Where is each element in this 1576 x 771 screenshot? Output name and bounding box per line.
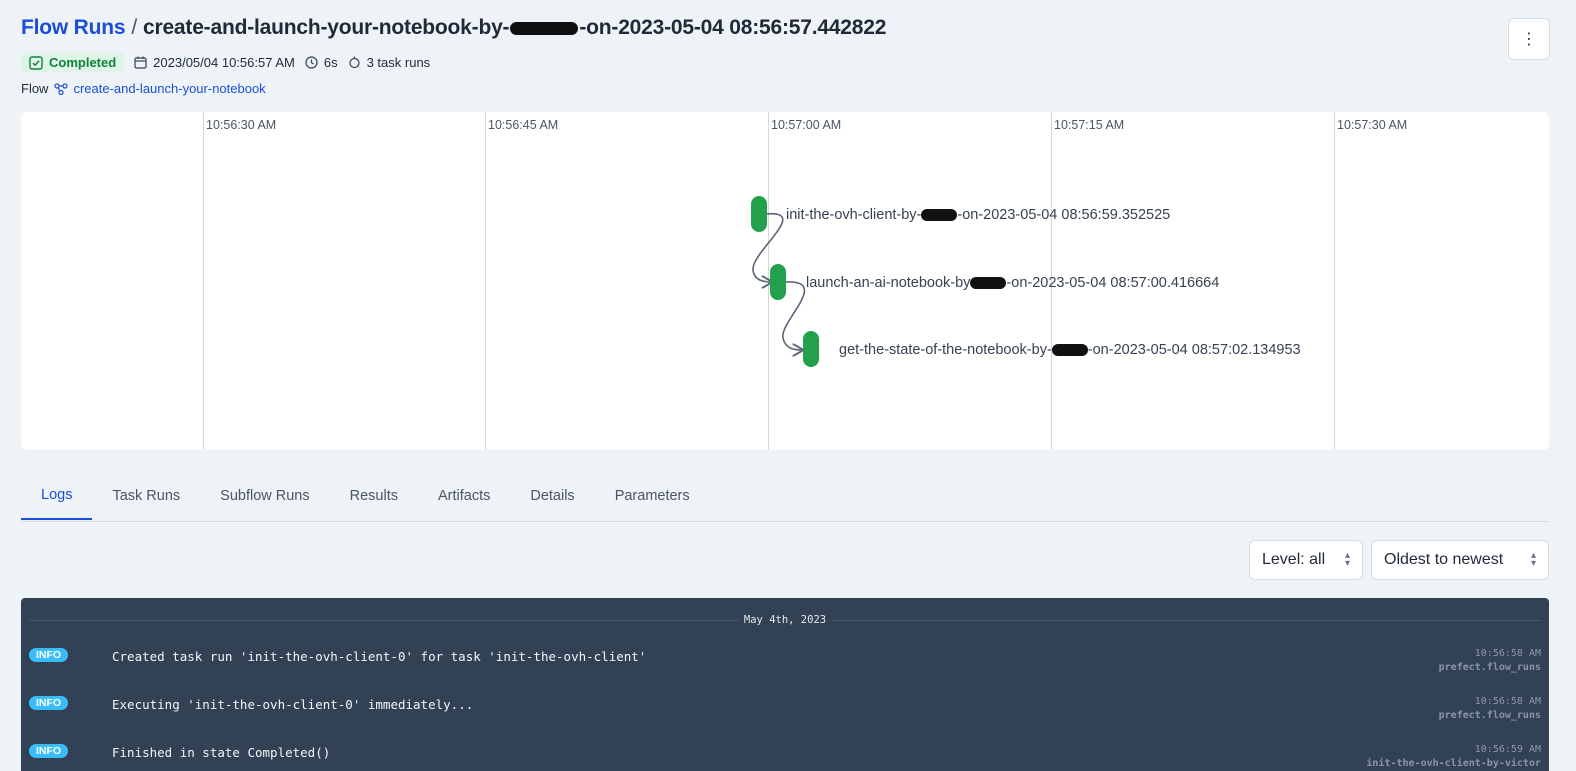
log-date-divider: May 4th, 2023 (29, 613, 1541, 627)
task-run-name-prefix: init-the-ovh-client-by- (786, 207, 922, 223)
flow-name: create-and-launch-your-notebook (73, 81, 266, 96)
flow-link[interactable]: create-and-launch-your-notebook (54, 81, 266, 96)
sort-order-select[interactable]: Oldest to newest ▴ ▾ (1371, 540, 1549, 580)
run-meta: Completed 2023/05/04 10:56:57 AM 6s 3 ta… (21, 53, 430, 72)
calendar-icon (134, 56, 147, 69)
status-badge: Completed (21, 53, 125, 72)
task-run-node[interactable] (751, 196, 767, 232)
redaction-mark (510, 21, 579, 35)
status-label: Completed (49, 55, 117, 70)
flow-run-timeline[interactable]: 10:56:30 AM 10:56:45 AM 10:57:00 AM 10:5… (21, 112, 1549, 450)
tab-subflow-runs[interactable]: Subflow Runs (200, 472, 329, 520)
flow-icon (54, 82, 69, 95)
log-source: prefect.flow_runs (1438, 710, 1541, 721)
tab-parameters[interactable]: Parameters (595, 472, 710, 520)
duration-value: 6s (323, 55, 338, 70)
log-source: init-the-ovh-client-by-victor (1366, 758, 1541, 769)
log-row: INFO Created task run 'init-the-ovh-clie… (21, 648, 1549, 692)
task-run-count: 3 task runs (348, 55, 431, 70)
task-run-name-suffix: -on-2023-05-04 08:57:00.416664 (1006, 275, 1220, 291)
select-caret-icon: ▴ ▾ (1344, 550, 1350, 569)
select-caret-icon: ▴ ▾ (1530, 550, 1536, 569)
log-timestamp: 10:56:58 AM (1474, 648, 1541, 659)
log-level-badge: INFO (29, 744, 69, 758)
task-run-node[interactable] (770, 264, 786, 300)
log-message: Finished in state Completed() (112, 745, 331, 760)
redaction-mark (921, 209, 958, 222)
redaction-mark (970, 277, 1007, 290)
level-filter-value: Level: all (1262, 551, 1326, 568)
redaction-mark (1051, 344, 1088, 357)
duration: 6s (305, 55, 338, 70)
task-run-name-suffix: -on-2023-05-04 08:56:59.352525 (957, 207, 1171, 223)
start-time: 2023/05/04 10:56:57 AM (134, 55, 295, 70)
log-message: Executing 'init-the-ovh-client-0' immedi… (112, 697, 474, 712)
flow-line: Flow create-and-launch-your-notebook (21, 81, 266, 96)
breadcrumb-separator: / (131, 16, 137, 39)
tab-artifacts[interactable]: Artifacts (418, 472, 510, 520)
task-run-icon (348, 56, 360, 69)
flow-run-name-prefix: create-and-launch-your-notebook-by- (143, 16, 510, 39)
page-header: Flow Runs / create-and-launch-your-noteboo… (21, 16, 886, 40)
flow-label: Flow (21, 81, 49, 96)
log-timestamp: 10:56:58 AM (1474, 696, 1541, 707)
log-message: Created task run 'init-the-ovh-client-0'… (112, 649, 647, 664)
log-timestamp: 10:56:59 AM (1474, 744, 1541, 755)
log-row: INFO Executing 'init-the-ovh-client-0' i… (21, 696, 1549, 740)
log-source: prefect.flow_runs (1438, 662, 1541, 673)
task-run-label[interactable]: get-the-state-of-the-notebook-by- -on-202… (839, 342, 1301, 358)
breadcrumb-flow-runs[interactable]: Flow Runs (21, 16, 126, 39)
task-run-count-value: 3 task runs (366, 55, 431, 70)
start-time-value: 2023/05/04 10:56:57 AM (153, 55, 295, 70)
sort-order-value: Oldest to newest (1384, 551, 1504, 568)
tab-details[interactable]: Details (510, 472, 594, 520)
log-level-badge: INFO (29, 696, 69, 710)
task-run-name-suffix: -on-2023-05-04 08:57:02.134953 (1087, 342, 1301, 358)
task-run-label[interactable]: launch-an-ai-notebook-by -on-2023-05-04 0… (806, 275, 1219, 291)
task-run-name-prefix: launch-an-ai-notebook-by (806, 275, 971, 291)
log-date: May 4th, 2023 (737, 614, 833, 626)
more-actions-button[interactable]: ⋮ (1508, 18, 1550, 60)
page-title: Flow Runs / create-and-launch-your-noteboo… (21, 16, 886, 40)
clock-icon (305, 56, 318, 69)
check-square-icon (29, 55, 43, 70)
tab-bar: Logs Task Runs Subflow Runs Results Arti… (21, 472, 1549, 522)
task-run-label[interactable]: init-the-ovh-client-by- -on-2023-05-04 08… (786, 207, 1170, 223)
flow-run-name-suffix: -on-2023-05-04 08:56:57.442822 (579, 16, 887, 39)
task-run-name-prefix: get-the-state-of-the-notebook-by- (839, 342, 1052, 358)
log-row: INFO Finished in state Completed() 10:56… (21, 744, 1549, 771)
tab-task-runs[interactable]: Task Runs (92, 472, 200, 520)
log-viewer[interactable]: May 4th, 2023 INFO Created task run 'ini… (21, 598, 1549, 771)
tab-logs[interactable]: Logs (21, 472, 93, 520)
log-level-badge: INFO (29, 648, 69, 662)
kebab-menu-icon: ⋮ (1521, 31, 1537, 48)
level-filter-select[interactable]: Level: all ▴ ▾ (1249, 540, 1363, 580)
tab-results[interactable]: Results (330, 472, 418, 520)
edge (782, 281, 805, 350)
task-run-node[interactable] (803, 331, 819, 367)
